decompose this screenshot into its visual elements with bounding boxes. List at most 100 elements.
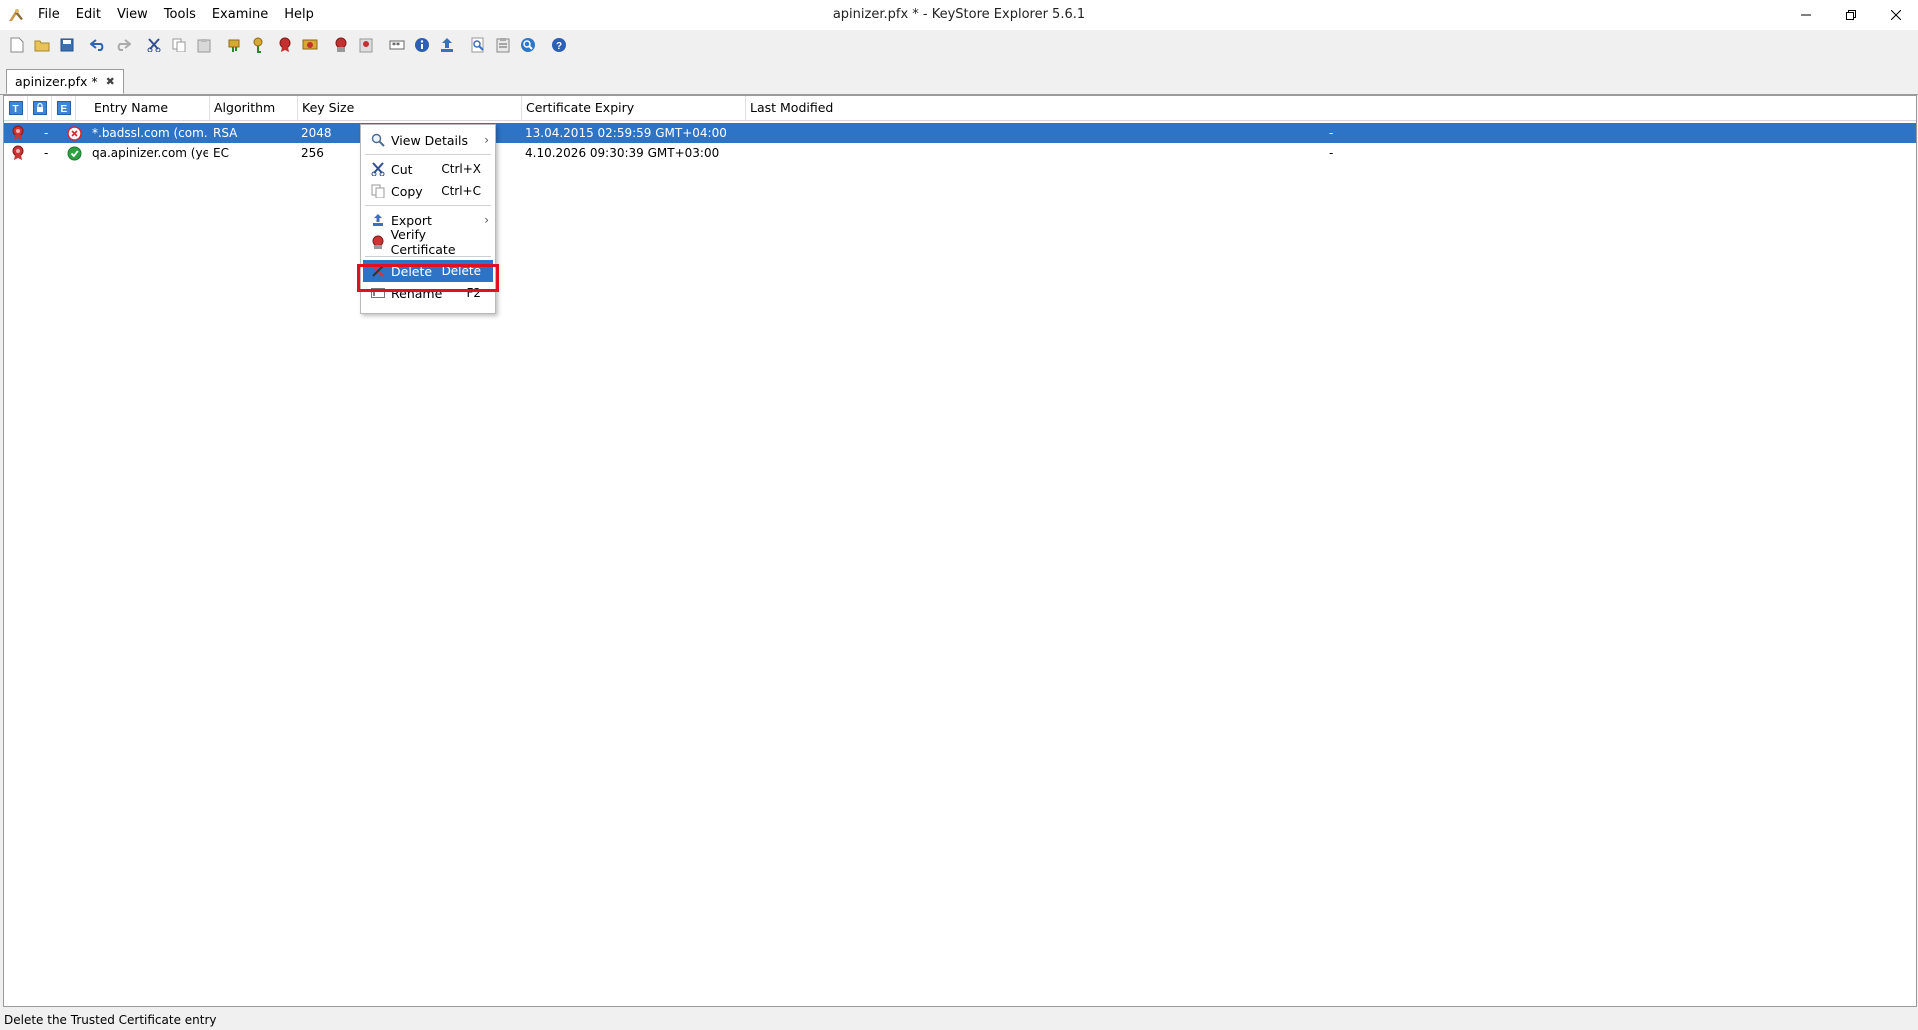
examine-file-icon [335,37,347,52]
check-update-button[interactable] [517,34,539,56]
new-keystore-button[interactable] [6,34,28,56]
trusted-cert-icon [8,123,28,143]
keystore-tab-strip: apinizer.pfx * ✖ [0,66,1918,95]
menu-item-rename[interactable]: Rename F2 [363,282,493,304]
key-size: 256 [301,146,324,160]
cut-icon [147,38,161,52]
examine-clipboard-icon [359,38,373,53]
close-button[interactable] [1873,0,1918,30]
submenu-arrow-icon: › [484,133,489,147]
trusted-cert-icon [8,143,28,163]
minimize-button[interactable] [1783,0,1828,30]
column-header-algorithm[interactable]: Algorithm [210,96,298,120]
menu-edit[interactable]: Edit [68,0,109,30]
import-key-pair-icon [302,39,318,50]
examine-ssl-icon [471,37,484,53]
tab-apinizer-pfx[interactable]: apinizer.pfx * ✖ [6,69,124,94]
svg-text:T: T [12,104,18,115]
open-icon [34,40,50,52]
column-header-lock[interactable] [28,96,52,120]
import-key-pair-button[interactable] [299,34,321,56]
key-size: 2048 [301,126,332,140]
generate-secret-key-button[interactable] [249,34,271,56]
copy-button[interactable] [168,34,190,56]
menu-tools[interactable]: Tools [156,0,204,30]
generate-key-pair-button[interactable] [224,34,246,56]
save-keystore-button[interactable] [56,34,78,56]
tab-close-icon[interactable]: ✖ [106,75,115,88]
restore-button[interactable] [1828,0,1873,30]
valid-icon [66,143,82,163]
entry-name: qa.apinizer.com (ye2) [92,146,208,160]
menu-file[interactable]: File [30,0,68,30]
column-header-expiry-status[interactable]: E [52,96,76,120]
keystore-explorer-logo-icon[interactable] [7,7,25,23]
examine-file-button[interactable] [330,34,352,56]
keystore-entries-table[interactable]: T E Entry Name Algorithm Key Size Certif… [3,95,1917,1007]
menu-item-copy[interactable]: Copy Ctrl+C [363,180,493,202]
status-bar: Delete the Trusted Certificate entry [4,1013,217,1027]
shortcut-label: Delete [441,264,481,278]
menu-view[interactable]: View [109,0,156,30]
expired-icon [66,123,82,143]
table-row[interactable]: - *.badssl.com (com... RSA 2048 13.04.20… [4,123,1916,143]
menu-item-cut[interactable]: Cut Ctrl+X [363,158,493,180]
algorithm: EC [213,146,229,160]
paste-button[interactable] [193,34,215,56]
menu-separator [365,256,491,257]
table-header: T E Entry Name Algorithm Key Size Certif… [4,96,1916,121]
svg-text:E: E [60,104,67,115]
copy-icon [367,180,389,202]
column-header-entry-name[interactable]: Entry Name [90,96,210,120]
type-column-icon: T [8,101,23,115]
redo-icon [117,39,131,51]
column-header-key-size[interactable]: Key Size [298,96,522,120]
menu-examine[interactable]: Examine [204,0,276,30]
menu-item-label: Cut [391,161,413,177]
menu-separator [365,205,491,206]
cut-icon [367,158,389,180]
copy-icon [172,38,186,52]
entry-name: *.badssl.com (com... [92,126,208,140]
menu-item-delete[interactable]: Delete Delete [363,260,493,282]
import-trusted-cert-icon [279,37,291,52]
paste-icon [197,38,211,52]
open-keystore-button[interactable] [31,34,53,56]
set-password-icon: ** [389,40,405,50]
menu-item-verify-certificate[interactable]: Verify Certificate [363,227,493,257]
redo-button[interactable] [112,34,134,56]
export-button[interactable] [436,34,458,56]
svg-text:?: ? [556,41,562,52]
algorithm: RSA [213,126,238,140]
help-button[interactable]: ? [548,34,570,56]
svg-text:**: ** [392,41,400,50]
menu-help[interactable]: Help [276,0,322,30]
shortcut-label: Ctrl+X [441,162,481,176]
column-header-certificate-expiry[interactable]: Certificate Expiry [522,96,746,120]
import-trusted-certificate-button[interactable] [274,34,296,56]
delete-icon [367,260,389,282]
examine-csr-icon [496,38,510,53]
window-controls [1783,0,1918,30]
examine-ssl-button[interactable] [467,34,489,56]
set-password-button[interactable]: ** [386,34,408,56]
table-row[interactable]: - qa.apinizer.com (ye2) EC 256 4.10.2026… [4,143,1916,163]
verify-certificate-icon [367,231,389,253]
undo-icon [90,39,104,51]
menu-bar: File Edit View Tools Examine Help [30,0,322,30]
column-header-last-modified[interactable]: Last Modified [746,96,1914,120]
export-icon [367,209,389,231]
examine-clipboard-button[interactable] [355,34,377,56]
column-header-type[interactable]: T [4,96,28,120]
examine-csr-button[interactable] [492,34,514,56]
undo-button[interactable] [87,34,109,56]
magnifier-icon [367,129,389,151]
save-icon [60,38,74,52]
certificate-expiry: 13.04.2015 02:59:59 GMT+04:00 [525,126,727,140]
menu-separator [365,154,491,155]
cut-button[interactable] [143,34,165,56]
menu-item-view-details[interactable]: View Details › [363,129,493,151]
certificate-expiry: 4.10.2026 09:30:39 GMT+03:00 [525,146,720,160]
properties-button[interactable] [411,34,433,56]
menu-item-label: Rename [391,285,443,301]
